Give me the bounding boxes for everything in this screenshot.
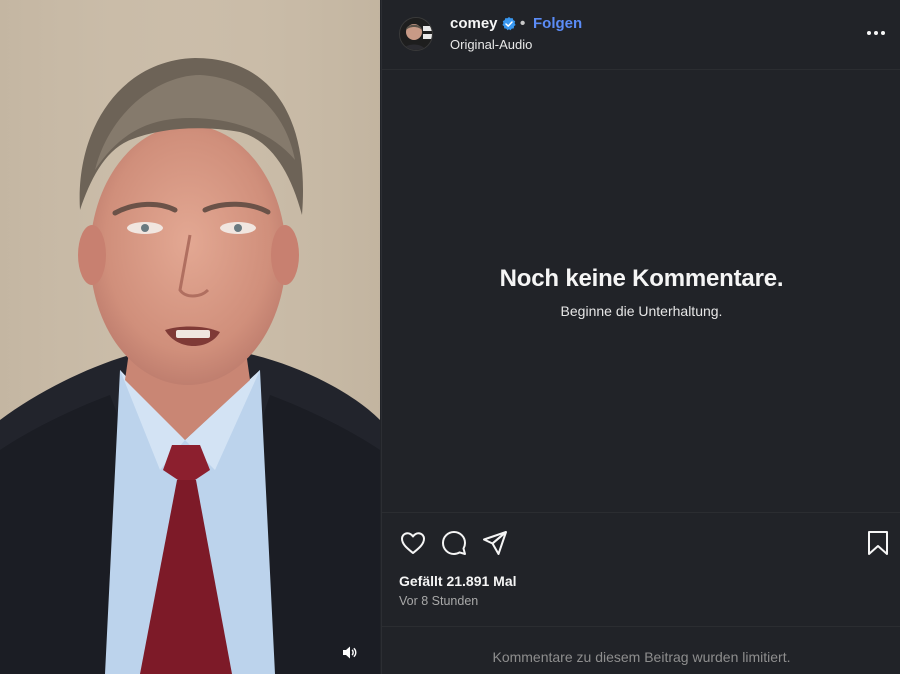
likes-count[interactable]: Gefällt 21.891 Mal — [399, 573, 517, 589]
avatar-image — [400, 18, 432, 50]
video-frame — [0, 0, 380, 674]
mute-button[interactable] — [343, 646, 365, 666]
separator-dot: • — [520, 15, 526, 32]
bookmark-icon[interactable] — [864, 529, 892, 557]
verified-badge-icon — [502, 17, 516, 31]
post-details-panel: comey • Folgen Original-Audio Noch keine… — [381, 0, 900, 674]
follow-button[interactable]: Folgen — [533, 15, 582, 32]
paper-plane-icon[interactable] — [481, 529, 509, 557]
audio-link[interactable]: Original-Audio — [450, 37, 532, 52]
post-timestamp[interactable]: Vor 8 Stunden — [399, 594, 478, 608]
more-options-icon[interactable] — [862, 22, 890, 44]
speaker-icon — [343, 646, 357, 659]
comments-limited-notice: Kommentare zu diesem Beitrag wurden limi… — [382, 626, 900, 674]
no-comments-subtitle: Beginne die Unterhaltung. — [560, 303, 723, 319]
comment-icon[interactable] — [440, 529, 468, 557]
heart-icon[interactable] — [399, 529, 427, 557]
post-header: comey • Folgen Original-Audio — [382, 0, 900, 70]
username-link[interactable]: comey — [450, 15, 498, 32]
no-comments-title: Noch keine Kommentare. — [499, 265, 784, 292]
post-actions: Gefällt 21.891 Mal Vor 8 Stunden — [382, 512, 900, 626]
comments-limited-text: Kommentare zu diesem Beitrag wurden limi… — [492, 649, 791, 665]
post-video[interactable] — [0, 0, 380, 674]
avatar[interactable] — [399, 17, 433, 51]
